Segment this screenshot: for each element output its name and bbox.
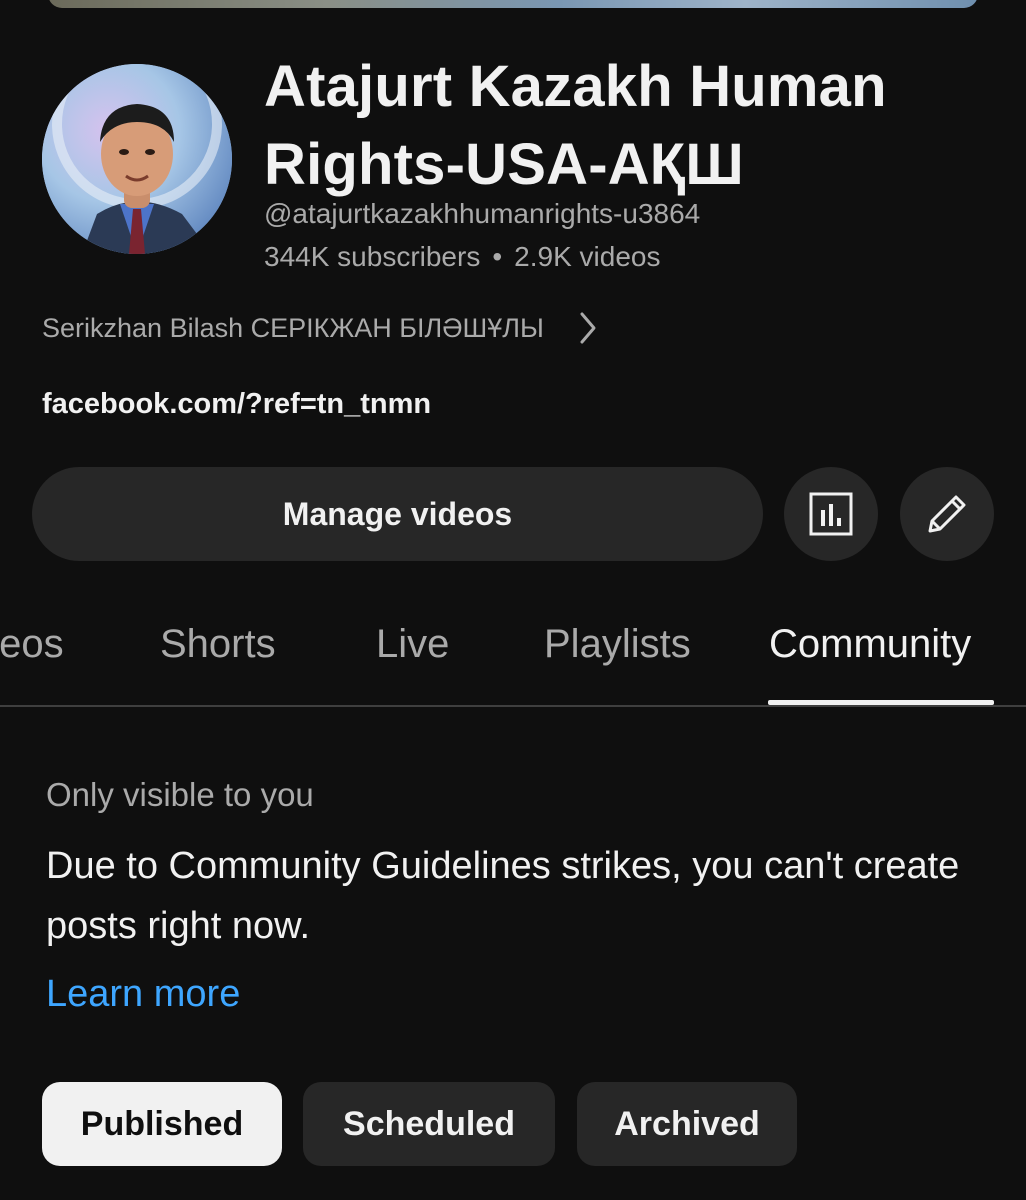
video-count: 2.9K videos	[514, 241, 661, 272]
channel-tabs: Videos Shorts Live Playlists Community	[0, 600, 1026, 707]
pencil-icon	[928, 495, 966, 533]
analytics-icon	[809, 492, 853, 536]
channel-link[interactable]: facebook.com/?ref=tn_tnmn	[42, 388, 431, 421]
stats-separator: •	[492, 241, 503, 272]
edit-channel-button[interactable]	[900, 467, 994, 561]
tab-live[interactable]: Live	[376, 622, 449, 667]
channel-title: Atajurt Kazakh Human Rights-USA-АҚШ	[264, 54, 887, 197]
tab-community[interactable]: Community	[769, 622, 971, 667]
description-text: Serikzhan Bilash СЕРІКЖАН БІЛӘШҰЛЫ	[42, 312, 544, 343]
channel-description[interactable]: Serikzhan Bilash СЕРІКЖАН БІЛӘШҰЛЫ	[42, 308, 722, 348]
analytics-button[interactable]	[784, 467, 878, 561]
filter-chip-published[interactable]: Published	[42, 1082, 282, 1166]
channel-banner[interactable]	[48, 0, 978, 8]
filter-chip-archived[interactable]: Archived	[577, 1082, 797, 1166]
tab-playlists[interactable]: Playlists	[544, 622, 691, 667]
chevron-right-icon	[580, 312, 596, 344]
channel-stats: 344K subscribers • 2.9K videos	[264, 241, 660, 273]
subscriber-count: 344K subscribers	[264, 241, 481, 272]
learn-more-link[interactable]: Learn more	[46, 973, 240, 1016]
visibility-label: Only visible to you	[46, 776, 314, 813]
filter-chip-scheduled[interactable]: Scheduled	[303, 1082, 555, 1166]
tab-shorts[interactable]: Shorts	[160, 622, 276, 667]
channel-page: Atajurt Kazakh Human Rights-USA-АҚШ @ata…	[0, 0, 1026, 1200]
channel-handle: @atajurtkazakhhumanrights-u3864	[264, 198, 701, 229]
avatar-image	[42, 64, 232, 254]
manage-videos-button[interactable]: Manage videos	[32, 467, 763, 561]
channel-avatar[interactable]	[42, 64, 232, 254]
tab-videos[interactable]: Videos	[0, 622, 64, 667]
strike-notice: Due to Community Guidelines strikes, you…	[46, 845, 960, 947]
active-tab-indicator	[768, 700, 994, 705]
